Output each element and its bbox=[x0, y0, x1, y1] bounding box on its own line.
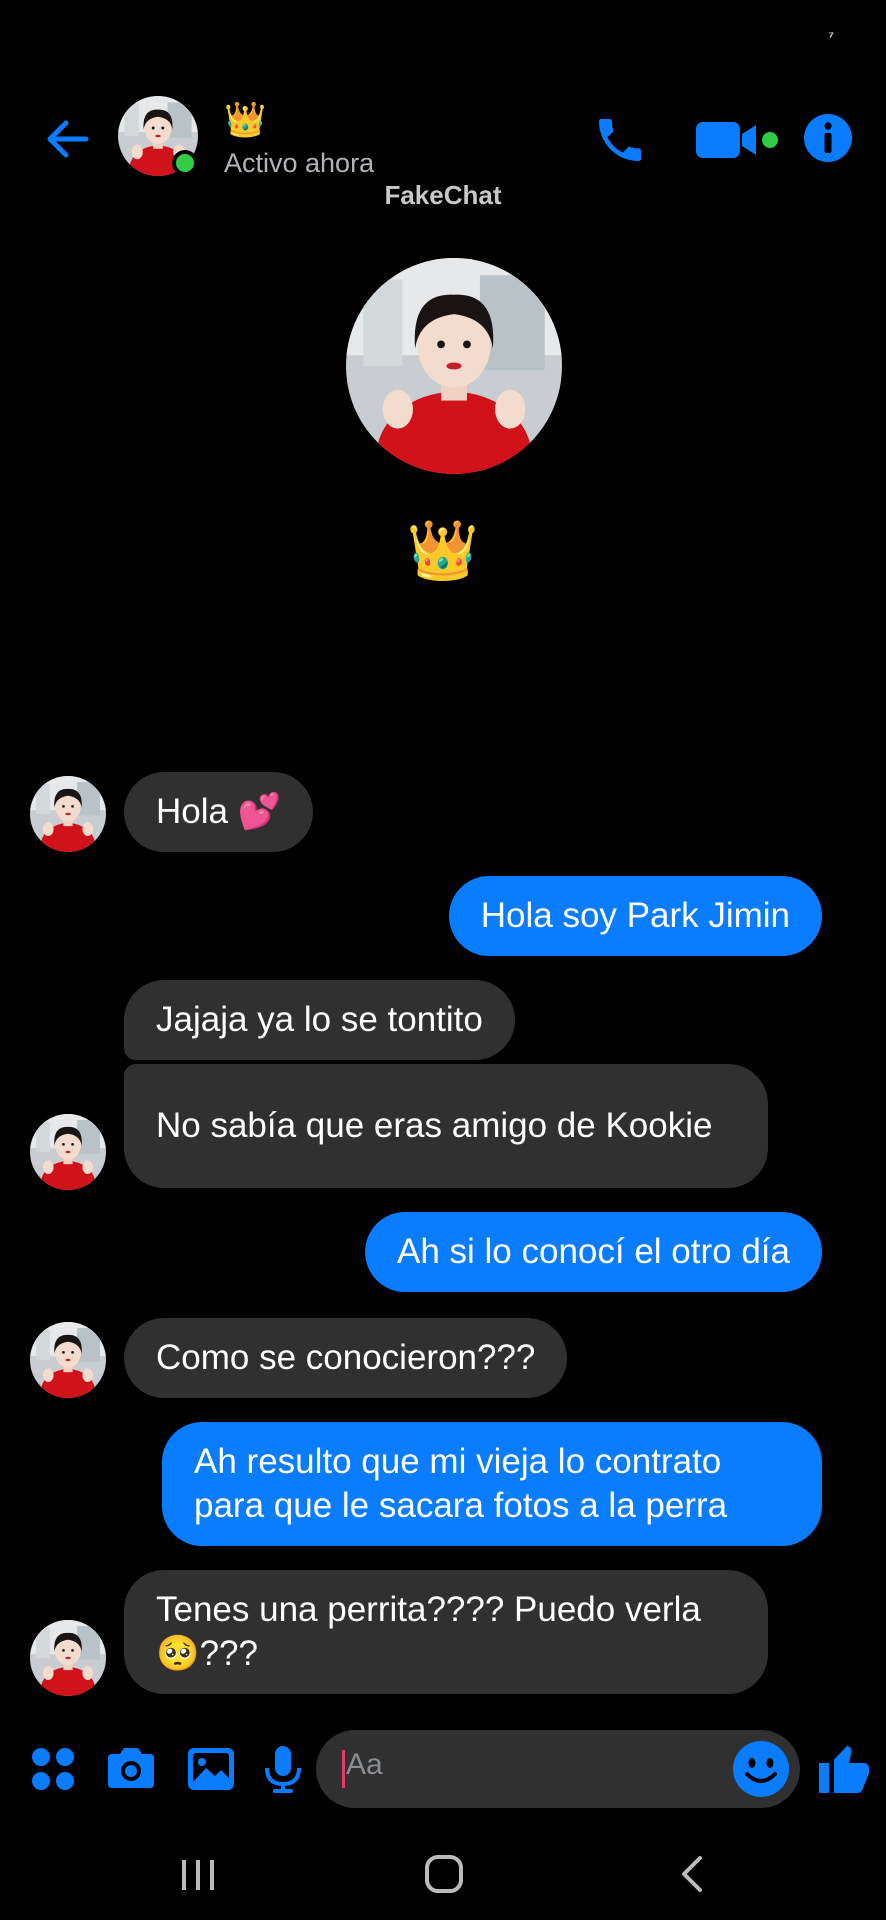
message-text: No sabía que eras amigo de Kookie bbox=[156, 1106, 713, 1145]
message-text: Hola 💕 bbox=[156, 792, 282, 831]
message-text: Como se conocieron??? bbox=[156, 1338, 536, 1377]
incoming-message: No sabía que eras amigo de Kookie bbox=[124, 1064, 768, 1188]
incoming-message: Hola 💕 bbox=[124, 772, 314, 852]
message-text: Hola soy Park Jimin bbox=[480, 896, 790, 935]
video-camera-icon[interactable] bbox=[694, 116, 782, 164]
message-avatar[interactable] bbox=[30, 1114, 106, 1190]
message-composer: Aa bbox=[0, 1726, 886, 1810]
microphone-icon[interactable] bbox=[256, 1742, 310, 1796]
chat-header: 👑 Activo ahora FakeChat bbox=[0, 96, 886, 216]
profile-name: 👑 bbox=[406, 518, 480, 583]
home-icon[interactable] bbox=[414, 1844, 474, 1904]
message-text: Ah resulto que mi vieja lo contrato para… bbox=[194, 1442, 728, 1525]
outgoing-message: Hola soy Park Jimin bbox=[448, 876, 822, 956]
nav-back-icon[interactable] bbox=[664, 1844, 724, 1904]
back-arrow-icon[interactable] bbox=[42, 114, 92, 164]
message-avatar[interactable] bbox=[30, 1322, 106, 1398]
message-text: Tenes una perrita???? Puedo verla 🥺??? bbox=[156, 1590, 701, 1673]
app-watermark: FakeChat bbox=[0, 180, 886, 211]
recent-apps-icon[interactable] bbox=[168, 1844, 228, 1904]
contact-name[interactable]: 👑 bbox=[224, 102, 266, 138]
incoming-message: Como se conocieron??? bbox=[124, 1318, 568, 1398]
camera-icon[interactable] bbox=[104, 1742, 158, 1796]
message-avatar[interactable] bbox=[30, 1620, 106, 1696]
watermark-label: FakeChat bbox=[384, 180, 502, 210]
incoming-message: Jajaja ya lo se tontito bbox=[124, 980, 515, 1060]
contact-status: Activo ahora bbox=[224, 148, 375, 178]
phone-icon[interactable] bbox=[592, 112, 648, 168]
message-text: Ah si lo conocí el otro día bbox=[397, 1232, 790, 1271]
gallery-icon[interactable] bbox=[184, 1742, 238, 1796]
status-indicator: ⁷ bbox=[828, 28, 834, 44]
outgoing-message: Ah resulto que mi vieja lo contrato para… bbox=[162, 1422, 822, 1546]
system-nav-bar bbox=[0, 1830, 886, 1920]
input-placeholder: Aa bbox=[346, 1748, 383, 1781]
outgoing-message: Ah si lo conocí el otro día bbox=[365, 1212, 822, 1292]
info-icon[interactable] bbox=[800, 110, 856, 166]
apps-grid-icon[interactable] bbox=[26, 1742, 80, 1796]
incoming-message: Tenes una perrita???? Puedo verla 🥺??? bbox=[124, 1570, 768, 1694]
thumbs-up-icon[interactable] bbox=[814, 1738, 874, 1798]
profile-picture bbox=[346, 258, 562, 474]
text-caret bbox=[342, 1750, 345, 1788]
message-text: Jajaja ya lo se tontito bbox=[156, 1000, 483, 1039]
message-avatar[interactable] bbox=[30, 776, 106, 852]
online-status-dot bbox=[172, 150, 198, 176]
emoji-icon[interactable] bbox=[730, 1738, 792, 1800]
message-input[interactable]: Aa bbox=[316, 1730, 800, 1808]
